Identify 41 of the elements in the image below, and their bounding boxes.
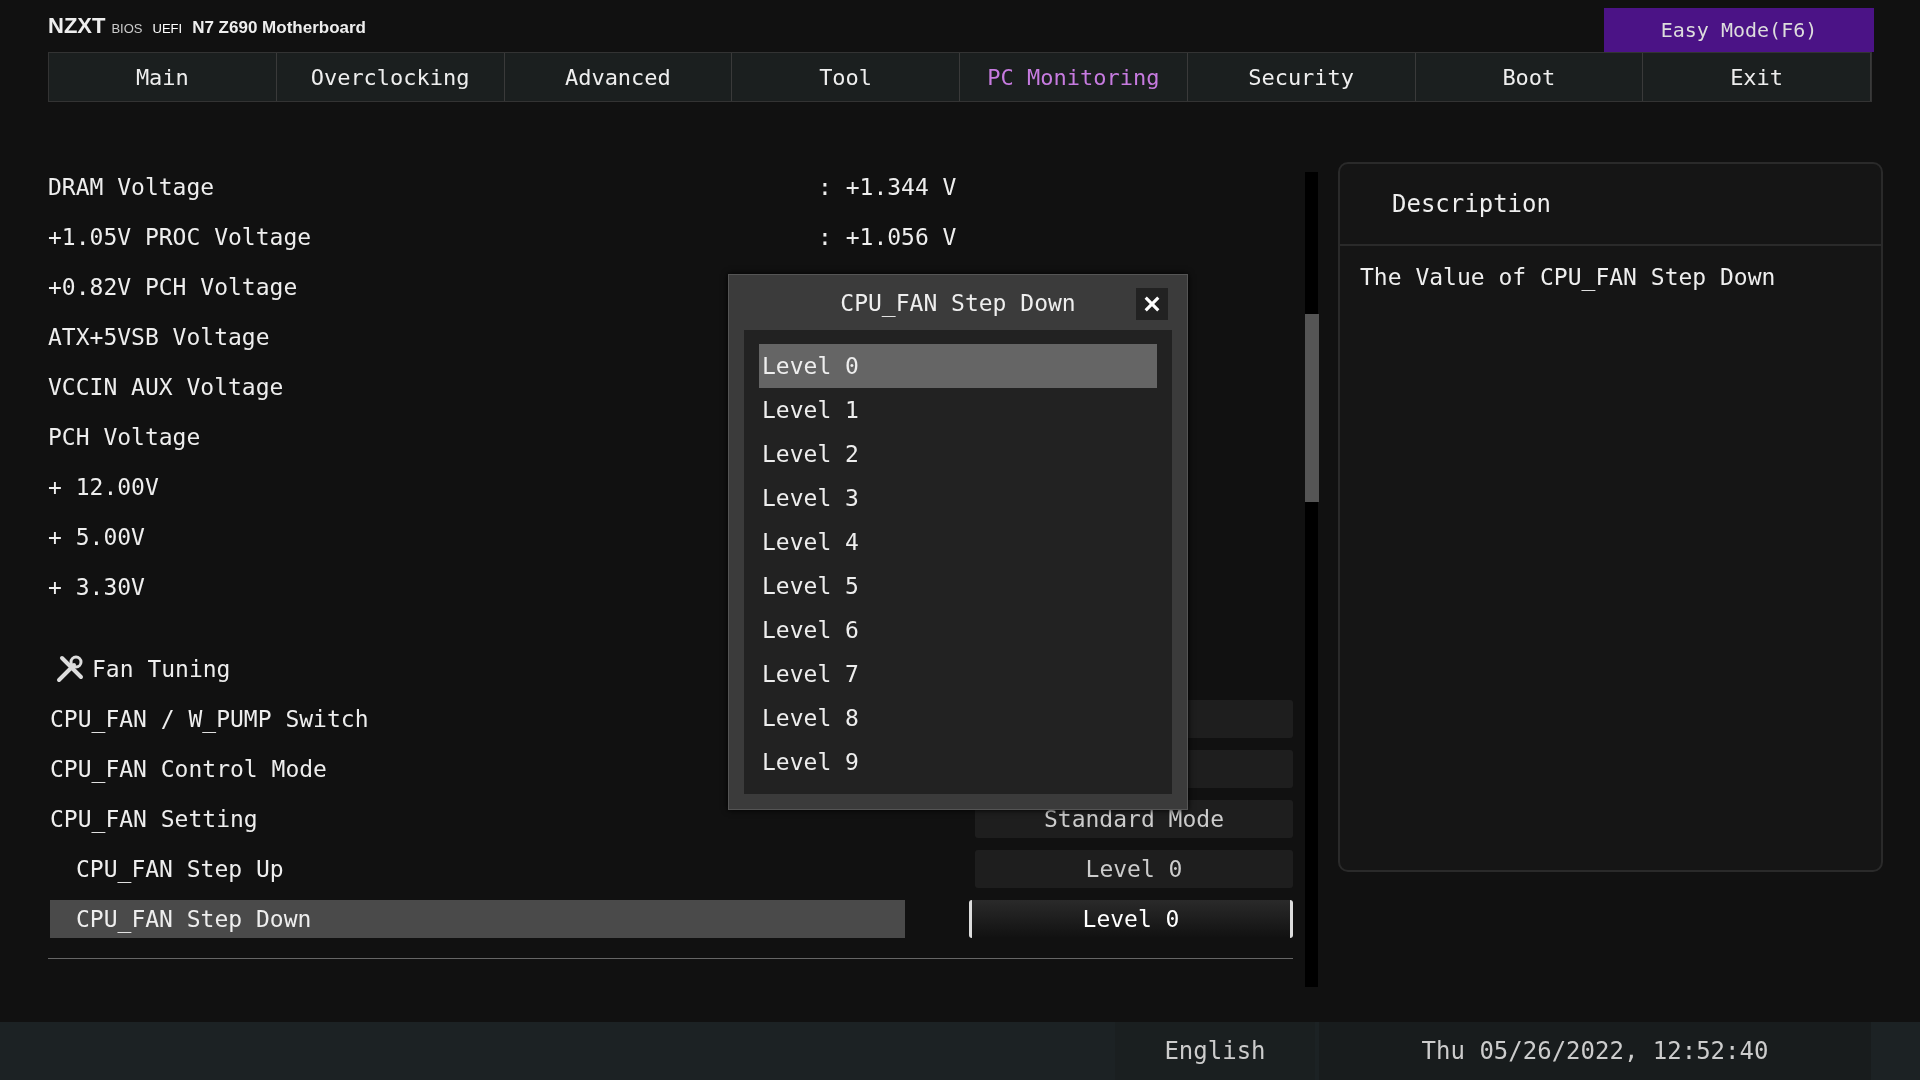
reading-label: +1.05V PROC Voltage: [48, 224, 312, 250]
reading-label: + 12.00V: [48, 474, 159, 500]
option-item[interactable]: Level 4: [759, 520, 1157, 564]
reading-label: DRAM Voltage: [48, 174, 215, 200]
reading-label: +0.82V PCH Voltage: [48, 274, 298, 300]
reading-value: : +1.344 V: [818, 174, 957, 200]
reading-label: + 5.00V: [48, 524, 145, 550]
option-item[interactable]: Level 0: [759, 344, 1157, 388]
option-item[interactable]: Level 2: [759, 432, 1157, 476]
reading-label: VCCIN AUX Voltage: [48, 374, 284, 400]
model-name: N7 Z690 Motherboard: [192, 18, 366, 38]
option-item[interactable]: Level 9: [759, 740, 1157, 784]
setting-label[interactable]: CPU_FAN Step Down: [50, 900, 905, 938]
value-button[interactable]: Level 0: [975, 850, 1293, 888]
section-title: Fan Tuning: [92, 656, 231, 682]
option-item[interactable]: Level 5: [759, 564, 1157, 608]
option-item[interactable]: Level 1: [759, 388, 1157, 432]
option-item[interactable]: Level 7: [759, 652, 1157, 696]
uefi-label: UEFI: [152, 21, 183, 36]
reading-label: ATX+5VSB Voltage: [48, 324, 270, 350]
setting-label[interactable]: CPU_FAN Setting: [50, 800, 905, 838]
close-button[interactable]: [1136, 288, 1168, 320]
brand-logo: NZXT: [48, 13, 106, 39]
setting-label[interactable]: CPU_FAN Step Up: [50, 850, 905, 888]
description-title: Description: [1392, 190, 1551, 218]
scrollbar[interactable]: [1305, 172, 1318, 987]
value-button[interactable]: Level 0: [969, 900, 1293, 938]
reading-label: + 3.30V: [48, 574, 145, 600]
close-icon: [1143, 295, 1161, 313]
option-item[interactable]: Level 8: [759, 696, 1157, 740]
description-text: The Value of CPU_FAN Step Down: [1359, 263, 1777, 293]
bios-label: BIOS: [111, 21, 143, 36]
tools-icon: [54, 653, 86, 685]
reading-label: PCH Voltage: [48, 424, 201, 450]
language-label[interactable]: English: [1115, 1022, 1315, 1080]
dialog-title: CPU_FAN Step Down: [840, 289, 1076, 316]
option-item[interactable]: Level 6: [759, 608, 1157, 652]
date-time: Thu 05/26/2022, 12:52:40: [1319, 1022, 1871, 1080]
reading-value: : +1.056 V: [818, 224, 957, 250]
option-item[interactable]: Level 3: [759, 476, 1157, 520]
easy-mode-button[interactable]: Easy Mode(F6): [1604, 8, 1874, 52]
